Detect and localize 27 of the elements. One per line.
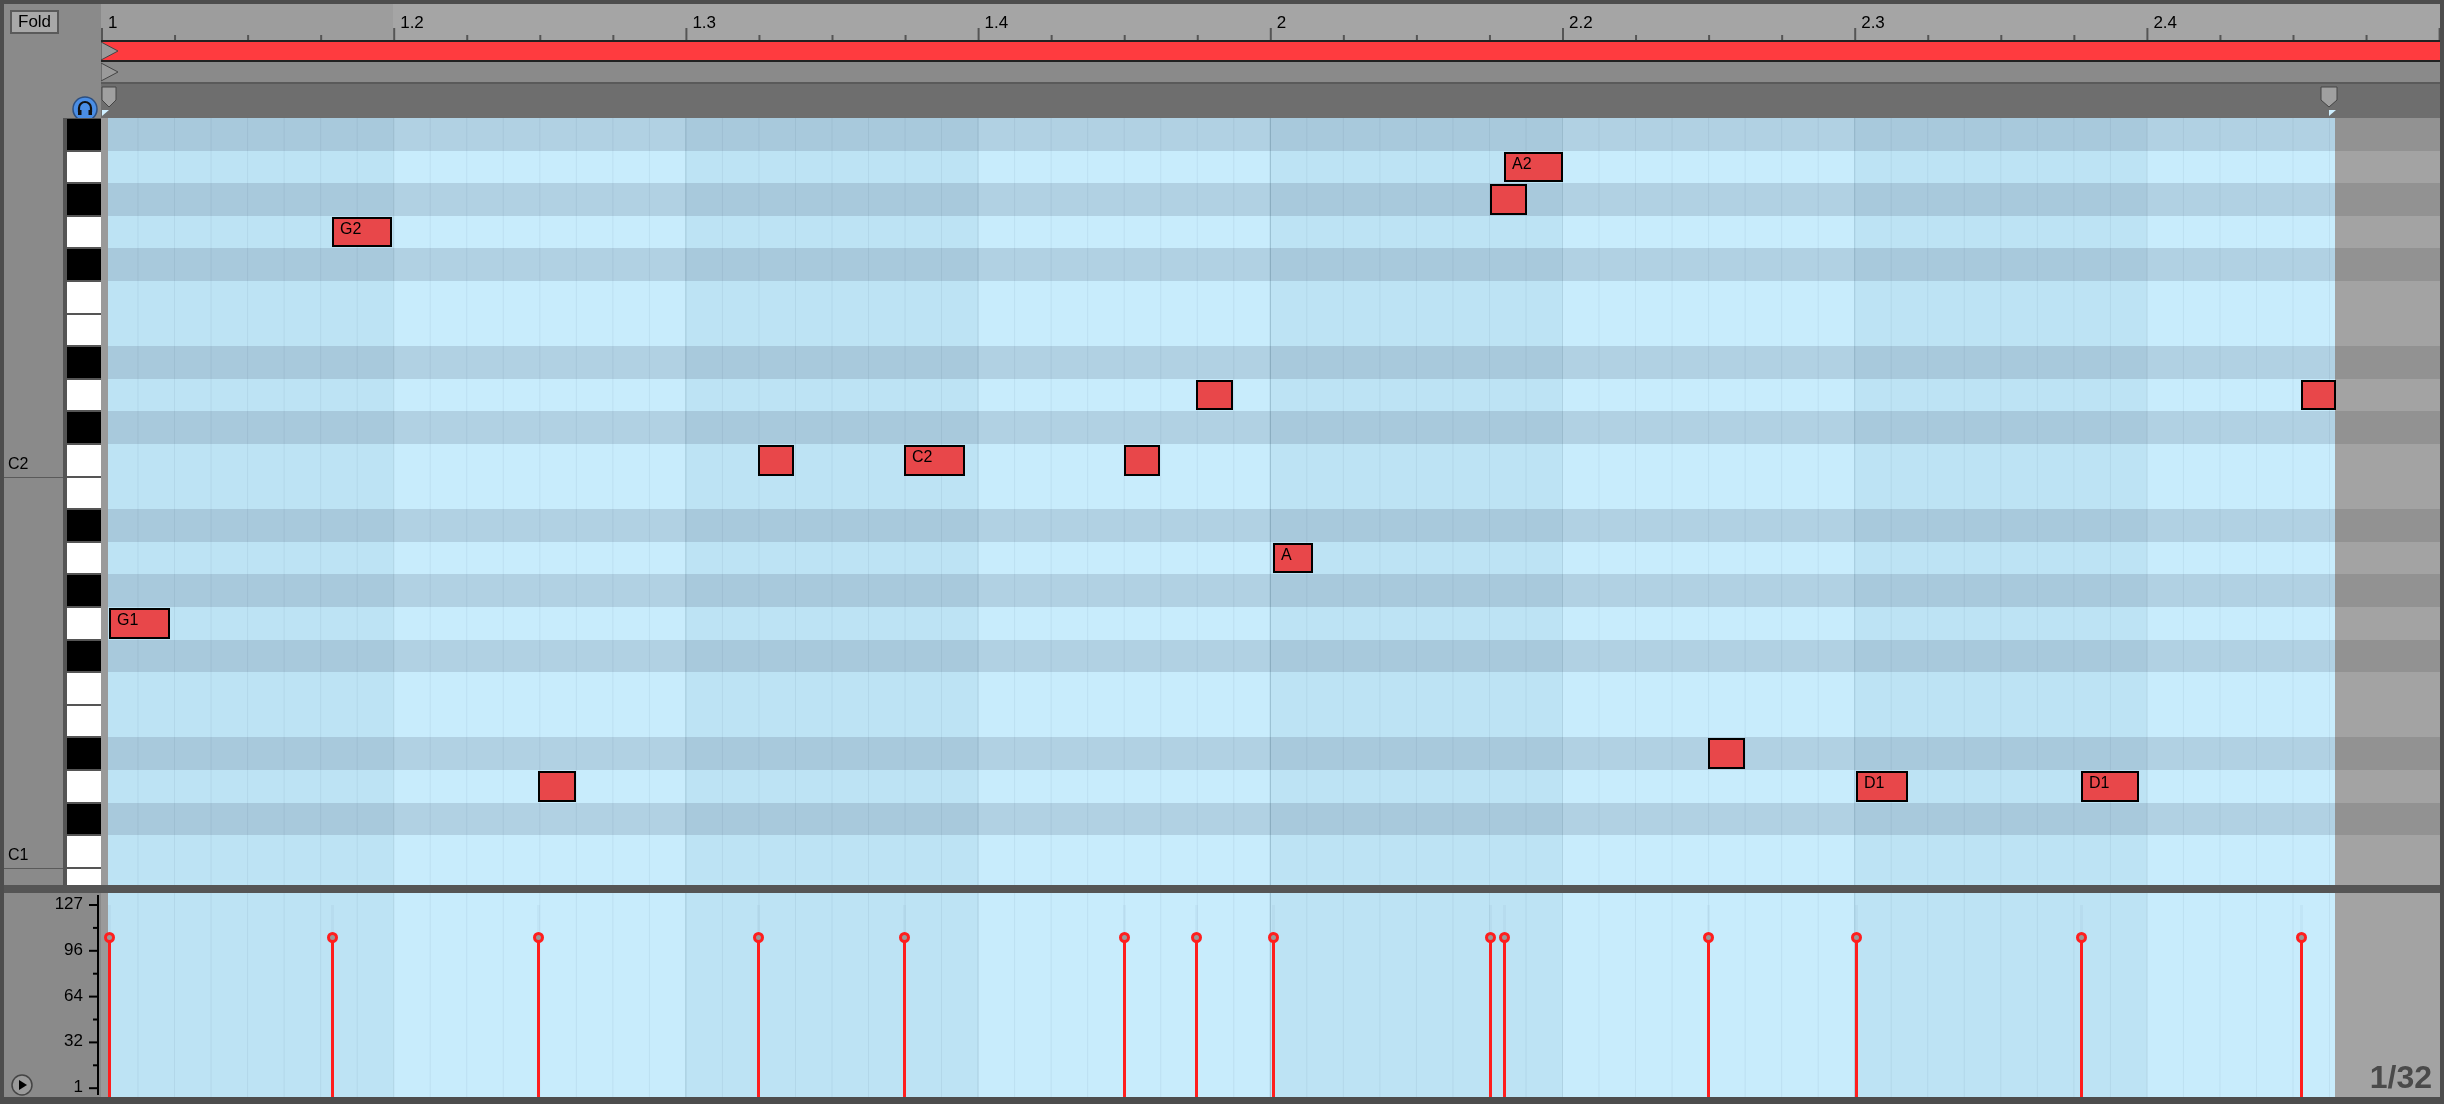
ruler-label: 2 (1276, 14, 1287, 32)
beat-ruler[interactable]: 1 1.2 1.3 1.4 2 2.2 2.3 2.4 (101, 4, 2440, 40)
midi-note[interactable]: A (1273, 542, 1313, 574)
midi-note[interactable]: C2 (904, 445, 965, 476)
ruler-label: 2.3 (1861, 14, 1885, 32)
velocity-axis-label: 64 (64, 986, 83, 1005)
velocity-axis-label: 1 (73, 1078, 83, 1096)
ruler-label: 2.4 (2153, 14, 2178, 32)
key-label: C2 (8, 454, 29, 473)
velocity-lane[interactable]: 1/32 (101, 893, 2440, 1097)
midi-note[interactable]: D1 (2081, 771, 2139, 802)
ruler-label: 1.3 (692, 14, 717, 32)
ruler-label: 2.2 (1569, 14, 1593, 32)
ruler-label: 1.2 (400, 14, 424, 32)
grid-size-label: 1/32 (2369, 1059, 2432, 1095)
ruler-label: 1.4 (984, 14, 1009, 32)
ruler-label: 1 (108, 14, 118, 32)
midi-note[interactable]: G2 (332, 216, 392, 248)
note-grid[interactable]: G1 G2 C2 A A2 D1 D1 (101, 118, 2440, 885)
midi-note[interactable]: G1 (109, 608, 170, 639)
key-label: C1 (8, 845, 29, 864)
velocity-axis-label: 32 (64, 1032, 83, 1051)
midi-note[interactable]: D1 (1856, 771, 1908, 802)
velocity-axis-label: 96 (64, 940, 83, 959)
fold-button[interactable]: Fold (10, 10, 60, 34)
velocity-axis-label: 127 (54, 895, 83, 913)
midi-note[interactable]: A2 (1504, 151, 1563, 183)
